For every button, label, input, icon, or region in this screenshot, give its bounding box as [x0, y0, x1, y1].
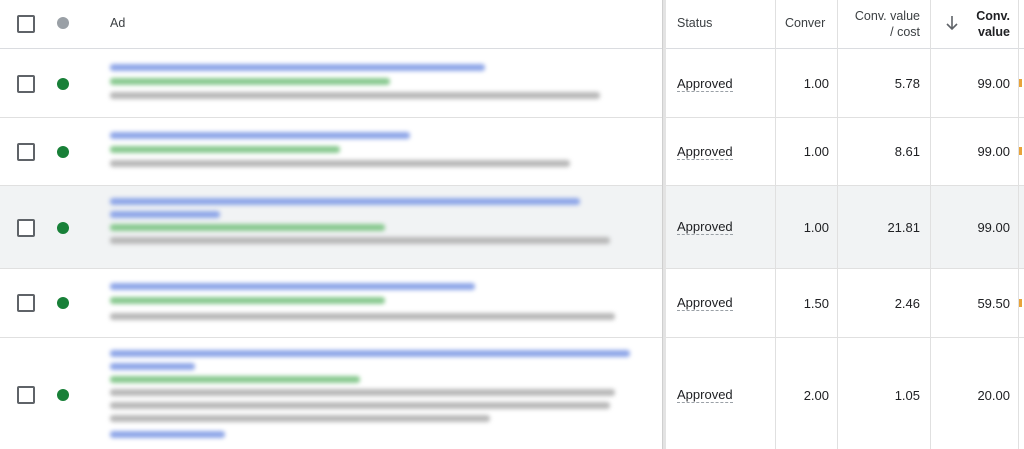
conv-value-line2: value [978, 25, 1010, 39]
conversions-value: 2.00 [803, 388, 829, 403]
column-header-ad[interactable]: Ad [110, 16, 125, 30]
column-header-conv-value-cost[interactable]: Conv. value / cost [842, 8, 920, 40]
table-row[interactable]: Approved 2.00 1.05 20.00 [0, 338, 1024, 449]
conv-value-line1: Conv. [976, 9, 1010, 23]
enabled-status-icon [57, 146, 69, 158]
table-header: Ad Status Conver Conv. value / cost Conv… [0, 0, 1024, 49]
conv-value-cost-line2: / cost [890, 25, 920, 39]
frozen-column-divider[interactable] [662, 0, 666, 449]
edge-indicator [1019, 147, 1022, 155]
column-divider [775, 0, 776, 449]
status-approved[interactable]: Approved [677, 144, 733, 160]
table-row[interactable]: Approved 1.00 5.78 99.00 [0, 49, 1024, 118]
conversions-value: 1.50 [803, 296, 829, 311]
enabled-status-icon [57, 297, 69, 309]
row-checkbox[interactable] [17, 75, 35, 93]
enabled-status-icon [57, 222, 69, 234]
conv-value-cost-value: 8.61 [894, 144, 920, 159]
enabled-status-icon [57, 389, 69, 401]
table-row[interactable]: Approved 1.00 8.61 99.00 [0, 118, 1024, 186]
table-row[interactable]: Approved 1.50 2.46 59.50 [0, 269, 1024, 338]
conv-value-value: 99.00 [977, 220, 1010, 235]
conv-value-cost-value: 5.78 [894, 76, 920, 91]
row-checkbox[interactable] [17, 219, 35, 237]
row-checkbox[interactable] [17, 386, 35, 404]
column-header-status[interactable]: Status [677, 16, 712, 30]
row-checkbox[interactable] [17, 294, 35, 312]
arrow-down-icon[interactable] [944, 14, 960, 32]
status-approved[interactable]: Approved [677, 219, 733, 235]
conv-value-value: 59.50 [977, 296, 1010, 311]
conv-value-cost-value: 21.81 [887, 220, 920, 235]
status-dot-header-icon [57, 17, 69, 29]
conv-value-value: 99.00 [977, 144, 1010, 159]
table-row[interactable]: Approved 1.00 21.81 99.00 [0, 186, 1024, 269]
conversions-value: 1.00 [803, 144, 829, 159]
column-divider [1018, 0, 1019, 449]
conversions-value: 1.00 [803, 220, 829, 235]
status-approved[interactable]: Approved [677, 295, 733, 311]
status-approved[interactable]: Approved [677, 387, 733, 403]
column-divider [837, 0, 838, 449]
status-approved[interactable]: Approved [677, 76, 733, 92]
conv-value-cost-value: 1.05 [894, 388, 920, 403]
conv-value-cost-value: 2.46 [894, 296, 920, 311]
column-divider [930, 0, 931, 449]
row-checkbox[interactable] [17, 143, 35, 161]
conv-value-value: 99.00 [977, 76, 1010, 91]
conv-value-cost-line1: Conv. value [854, 9, 920, 23]
edge-indicator [1019, 79, 1022, 87]
column-header-conv-value[interactable]: Conv. value [960, 8, 1010, 40]
edge-indicator [1019, 299, 1022, 307]
conversions-value: 1.00 [803, 76, 829, 91]
column-header-conversions[interactable]: Conver [785, 16, 831, 30]
enabled-status-icon [57, 78, 69, 90]
select-all-checkbox[interactable] [17, 15, 35, 33]
conv-value-value: 20.00 [977, 388, 1010, 403]
